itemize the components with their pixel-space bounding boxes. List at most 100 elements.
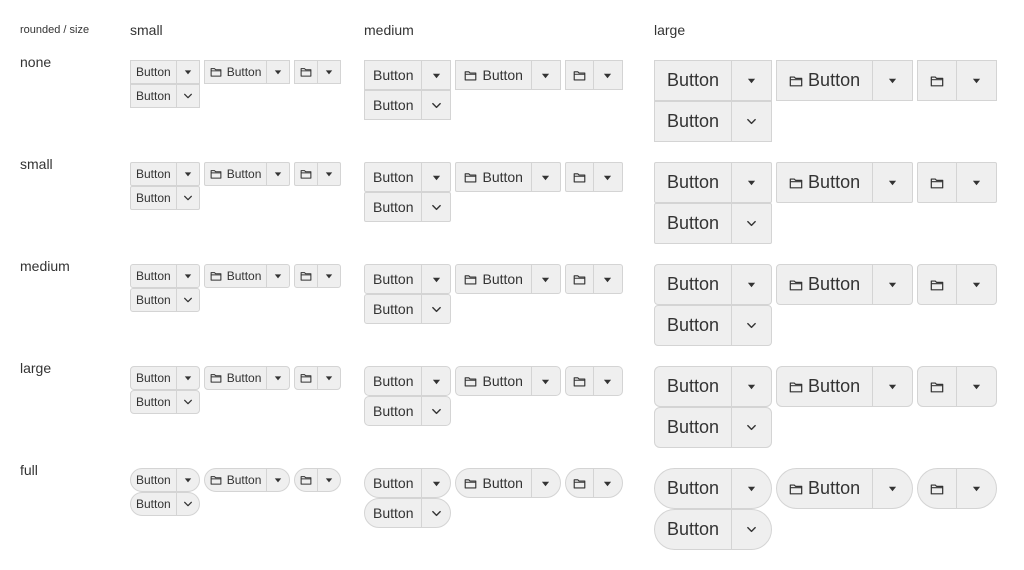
split-button-trigger[interactable] (421, 367, 450, 395)
split-button-main[interactable]: Button (131, 85, 176, 107)
split-button-main[interactable]: Button (655, 469, 731, 508)
split-button-main[interactable]: Button (205, 163, 267, 185)
split-button-trigger[interactable] (530, 367, 560, 395)
split-button-trigger[interactable] (731, 204, 771, 243)
split-button-main[interactable] (566, 265, 593, 293)
split-button-main[interactable]: Button (205, 265, 267, 287)
split-button-trigger[interactable] (872, 367, 912, 406)
split-button-trigger[interactable] (956, 61, 996, 100)
split-button-trigger[interactable] (421, 265, 450, 293)
split-button-trigger[interactable] (175, 367, 199, 389)
split-button-main[interactable]: Button (456, 265, 530, 293)
split-button-main[interactable]: Button (365, 499, 421, 527)
split-button-main[interactable] (918, 367, 956, 406)
split-button-main[interactable] (566, 61, 593, 89)
split-button-trigger[interactable] (266, 61, 289, 83)
split-button-trigger[interactable] (731, 102, 771, 141)
split-button-main[interactable] (295, 163, 317, 185)
split-button-trigger[interactable] (872, 61, 912, 100)
split-button-main[interactable]: Button (365, 163, 421, 191)
split-button-trigger[interactable] (175, 163, 199, 185)
split-button-trigger[interactable] (956, 265, 996, 304)
split-button-main[interactable]: Button (365, 91, 421, 119)
split-button-main[interactable]: Button (365, 61, 421, 89)
split-button-main[interactable]: Button (777, 367, 872, 406)
split-button-trigger[interactable] (731, 367, 771, 406)
split-button-main[interactable] (566, 367, 593, 395)
split-button-main[interactable]: Button (131, 187, 176, 209)
split-button-trigger[interactable] (421, 469, 450, 497)
split-button-main[interactable]: Button (205, 61, 267, 83)
split-button-trigger[interactable] (175, 61, 199, 83)
split-button-main[interactable]: Button (777, 265, 872, 304)
split-button-main[interactable]: Button (131, 163, 176, 185)
split-button-main[interactable]: Button (655, 306, 731, 345)
split-button-main[interactable] (918, 163, 956, 202)
split-button-trigger[interactable] (530, 469, 560, 497)
split-button-trigger[interactable] (731, 306, 771, 345)
split-button-main[interactable] (918, 61, 956, 100)
split-button-trigger[interactable] (592, 265, 622, 293)
split-button-main[interactable]: Button (655, 102, 731, 141)
split-button-trigger[interactable] (317, 469, 340, 491)
split-button-trigger[interactable] (266, 367, 289, 389)
split-button-trigger[interactable] (592, 163, 622, 191)
split-button-trigger[interactable] (317, 61, 340, 83)
split-button-trigger[interactable] (266, 163, 289, 185)
split-button-main[interactable]: Button (655, 510, 731, 549)
split-button-main[interactable]: Button (131, 469, 176, 491)
split-button-trigger[interactable] (731, 510, 771, 549)
split-button-main[interactable]: Button (777, 469, 872, 508)
split-button-main[interactable]: Button (131, 367, 176, 389)
split-button-main[interactable]: Button (365, 469, 421, 497)
split-button-trigger[interactable] (731, 408, 771, 447)
split-button-main[interactable]: Button (655, 204, 731, 243)
split-button-trigger[interactable] (731, 61, 771, 100)
split-button-trigger[interactable] (592, 61, 622, 89)
split-button-main[interactable]: Button (131, 289, 176, 311)
split-button-trigger[interactable] (872, 469, 912, 508)
split-button-trigger[interactable] (317, 163, 340, 185)
split-button-main[interactable] (566, 469, 593, 497)
split-button-trigger[interactable] (266, 469, 289, 491)
split-button-main[interactable]: Button (456, 163, 530, 191)
split-button-trigger[interactable] (175, 85, 199, 107)
split-button-trigger[interactable] (731, 265, 771, 304)
split-button-main[interactable]: Button (365, 193, 421, 221)
split-button-trigger[interactable] (317, 265, 340, 287)
split-button-trigger[interactable] (530, 265, 560, 293)
split-button-trigger[interactable] (530, 163, 560, 191)
split-button-main[interactable]: Button (655, 61, 731, 100)
split-button-main[interactable] (295, 469, 317, 491)
split-button-trigger[interactable] (266, 265, 289, 287)
split-button-trigger[interactable] (175, 187, 199, 209)
split-button-main[interactable] (918, 469, 956, 508)
split-button-trigger[interactable] (175, 493, 199, 515)
split-button-main[interactable] (566, 163, 593, 191)
split-button-trigger[interactable] (421, 91, 450, 119)
split-button-trigger[interactable] (731, 469, 771, 508)
split-button-trigger[interactable] (421, 397, 450, 425)
split-button-main[interactable]: Button (655, 408, 731, 447)
split-button-trigger[interactable] (956, 469, 996, 508)
split-button-main[interactable]: Button (655, 265, 731, 304)
split-button-main[interactable]: Button (365, 397, 421, 425)
split-button-trigger[interactable] (175, 289, 199, 311)
split-button-main[interactable]: Button (205, 367, 267, 389)
split-button-trigger[interactable] (956, 163, 996, 202)
split-button-trigger[interactable] (421, 499, 450, 527)
split-button-main[interactable] (295, 367, 317, 389)
split-button-main[interactable]: Button (456, 61, 530, 89)
split-button-main[interactable]: Button (655, 367, 731, 406)
split-button-trigger[interactable] (530, 61, 560, 89)
split-button-trigger[interactable] (421, 163, 450, 191)
split-button-trigger[interactable] (317, 367, 340, 389)
split-button-trigger[interactable] (872, 265, 912, 304)
split-button-trigger[interactable] (592, 469, 622, 497)
split-button-main[interactable]: Button (131, 61, 176, 83)
split-button-main[interactable]: Button (365, 367, 421, 395)
split-button-main[interactable]: Button (131, 391, 176, 413)
split-button-main[interactable] (295, 265, 317, 287)
split-button-trigger[interactable] (956, 367, 996, 406)
split-button-trigger[interactable] (175, 265, 199, 287)
